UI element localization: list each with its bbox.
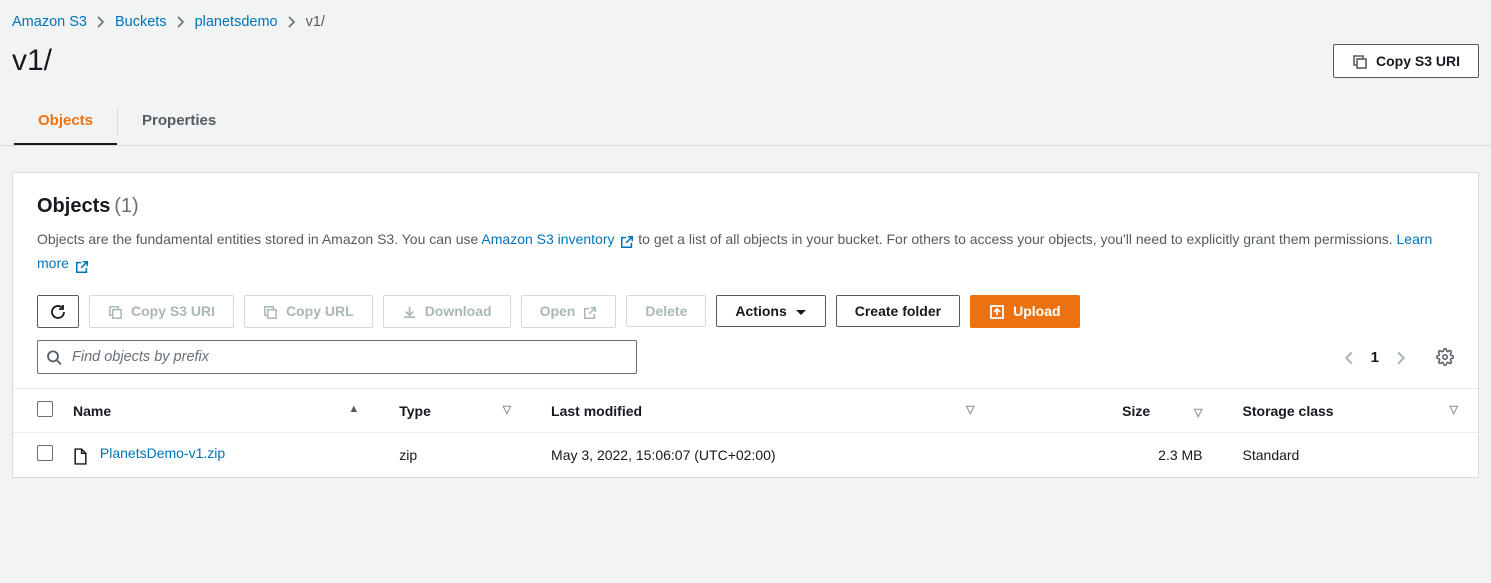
copy-icon <box>263 303 278 320</box>
open-label: Open <box>540 303 576 319</box>
tab-properties[interactable]: Properties <box>118 98 240 145</box>
inventory-link[interactable]: Amazon S3 inventory <box>481 231 638 247</box>
sort-icon: ▽ <box>503 403 511 416</box>
download-button[interactable]: Download <box>383 295 511 328</box>
cell-size: 2.3 MB <box>1004 433 1232 477</box>
external-link-icon <box>75 257 89 273</box>
column-header-name[interactable]: Name ▲ <box>63 389 389 433</box>
column-header-modified[interactable]: Last modified ▽ <box>541 389 1004 433</box>
tabs: Objects Properties <box>0 98 1491 146</box>
panel-count: (1) <box>114 195 138 217</box>
desc-text: to get a list of all objects in your buc… <box>638 231 1396 247</box>
objects-panel: Objects (1) Objects are the fundamental … <box>12 172 1479 478</box>
chevron-right-icon <box>177 14 185 30</box>
objects-table: Name ▲ Type ▽ Last modified ▽ Size ▽ Sto… <box>13 388 1478 477</box>
upload-label: Upload <box>1013 303 1060 319</box>
open-button[interactable]: Open <box>521 295 617 327</box>
inventory-link-text: Amazon S3 inventory <box>481 231 614 247</box>
table-row: PlanetsDemo-v1.zip zip May 3, 2022, 15:0… <box>13 433 1478 477</box>
chevron-right-icon <box>97 14 105 30</box>
page-title: v1/ <box>12 44 52 78</box>
page-prev-button[interactable] <box>1340 345 1357 369</box>
page-next-button[interactable] <box>1393 345 1410 369</box>
col-type-label: Type <box>399 403 431 419</box>
copy-s3-uri-label: Copy S3 URI <box>131 303 215 319</box>
object-name-link[interactable]: PlanetsDemo-v1.zip <box>100 445 225 461</box>
page-current: 1 <box>1371 349 1379 366</box>
file-icon <box>73 447 92 463</box>
cell-modified: May 3, 2022, 15:06:07 (UTC+02:00) <box>541 433 1004 477</box>
copy-s3-uri-button-toolbar[interactable]: Copy S3 URI <box>89 295 234 328</box>
copy-url-label: Copy URL <box>286 303 354 319</box>
sort-icon: ▽ <box>1194 407 1202 419</box>
refresh-button[interactable] <box>37 295 79 328</box>
desc-text: Objects are the fundamental entities sto… <box>37 231 481 247</box>
breadcrumb: Amazon S3 Buckets planetsdemo v1/ <box>0 0 1491 38</box>
col-modified-label: Last modified <box>551 403 642 419</box>
toolbar: Copy S3 URI Copy URL Download Open Delet… <box>13 295 1478 340</box>
external-link-icon <box>583 303 597 319</box>
create-folder-button[interactable]: Create folder <box>836 295 960 327</box>
create-folder-label: Create folder <box>855 303 941 319</box>
copy-icon <box>1352 52 1368 69</box>
settings-button[interactable] <box>1436 348 1454 366</box>
copy-s3-uri-button[interactable]: Copy S3 URI <box>1333 44 1479 77</box>
breadcrumb-link-bucket[interactable]: planetsdemo <box>195 14 278 30</box>
sort-icon: ▽ <box>966 403 974 416</box>
refresh-icon <box>50 303 66 320</box>
search-icon <box>46 348 62 365</box>
actions-label: Actions <box>735 303 786 319</box>
copy-url-button[interactable]: Copy URL <box>244 295 373 328</box>
sort-icon: ▽ <box>1450 403 1458 416</box>
delete-label: Delete <box>645 303 687 319</box>
sort-asc-icon: ▲ <box>348 403 359 415</box>
breadcrumb-link-s3[interactable]: Amazon S3 <box>12 14 87 30</box>
external-link-icon <box>620 233 638 249</box>
col-size-label: Size <box>1122 403 1150 419</box>
table-header-row: Name ▲ Type ▽ Last modified ▽ Size ▽ Sto… <box>13 389 1478 433</box>
column-header-type[interactable]: Type ▽ <box>389 389 541 433</box>
cell-type: zip <box>389 433 541 477</box>
caret-down-icon <box>795 303 807 319</box>
cell-storage: Standard <box>1233 433 1478 477</box>
copy-icon <box>108 303 123 320</box>
col-storage-label: Storage class <box>1243 403 1334 419</box>
search-input[interactable] <box>37 340 637 374</box>
actions-dropdown[interactable]: Actions <box>716 295 825 327</box>
delete-button[interactable]: Delete <box>626 295 706 327</box>
breadcrumb-current: v1/ <box>306 14 325 30</box>
download-label: Download <box>425 303 492 319</box>
breadcrumb-link-buckets[interactable]: Buckets <box>115 14 167 30</box>
upload-button[interactable]: Upload <box>970 295 1079 328</box>
search-wrap <box>37 340 637 374</box>
chevron-right-icon <box>288 14 296 30</box>
upload-icon <box>989 303 1005 320</box>
select-all-checkbox[interactable] <box>37 401 53 417</box>
column-header-storage[interactable]: Storage class ▽ <box>1233 389 1478 433</box>
panel-description: Objects are the fundamental entities sto… <box>13 228 1478 295</box>
column-header-size[interactable]: Size ▽ <box>1004 389 1232 433</box>
pagination: 1 <box>1340 345 1454 369</box>
panel-title: Objects <box>37 195 110 217</box>
row-checkbox[interactable] <box>37 445 53 461</box>
tab-objects[interactable]: Objects <box>14 98 117 145</box>
copy-s3-uri-label: Copy S3 URI <box>1376 53 1460 69</box>
download-icon <box>402 303 417 320</box>
col-name-label: Name <box>73 403 111 419</box>
